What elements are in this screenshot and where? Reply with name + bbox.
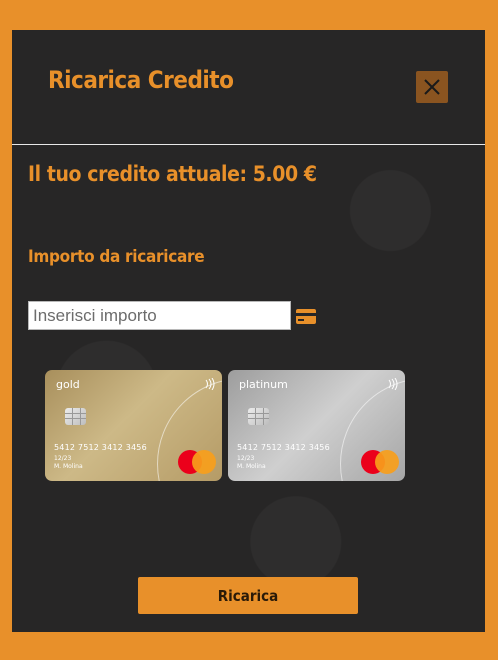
card-tier: platinum xyxy=(239,378,288,391)
mastercard-logo-icon xyxy=(178,450,217,475)
gold-card[interactable]: gold 5412 7512 3412 3456 12/23 M. Molina xyxy=(45,370,222,481)
current-credit-label: Il tuo credito attuale: xyxy=(28,162,247,186)
card-tier: gold xyxy=(56,378,80,391)
card-expiry: 12/23 xyxy=(237,455,255,462)
card-chip-icon xyxy=(248,408,269,425)
header-divider xyxy=(12,144,485,145)
card-holder: M. Molina xyxy=(237,463,266,470)
mastercard-logo-icon xyxy=(361,450,400,475)
recharge-button[interactable]: Ricarica xyxy=(138,577,358,614)
contactless-icon xyxy=(205,378,215,390)
card-number: 5412 7512 3412 3456 xyxy=(54,443,147,452)
close-icon xyxy=(424,79,440,95)
credit-card-icon[interactable] xyxy=(296,309,316,328)
contactless-icon xyxy=(388,378,398,390)
card-holder: M. Molina xyxy=(54,463,83,470)
card-expiry: 12/23 xyxy=(54,455,72,462)
card-number: 5412 7512 3412 3456 xyxy=(237,443,330,452)
card-chip-icon xyxy=(65,408,86,425)
amount-input[interactable] xyxy=(28,301,291,330)
modal-title: Ricarica Credito xyxy=(48,66,234,94)
close-button[interactable] xyxy=(416,71,448,103)
recharge-modal: Ricarica Credito Il tuo credito attuale:… xyxy=(12,30,485,632)
amount-label: Importo da ricaricare xyxy=(28,247,205,267)
current-credit: Il tuo credito attuale: 5.00 € xyxy=(28,162,317,186)
platinum-card[interactable]: platinum 5412 7512 3412 3456 12/23 M. Mo… xyxy=(228,370,405,481)
current-credit-value: 5.00 € xyxy=(252,162,317,186)
